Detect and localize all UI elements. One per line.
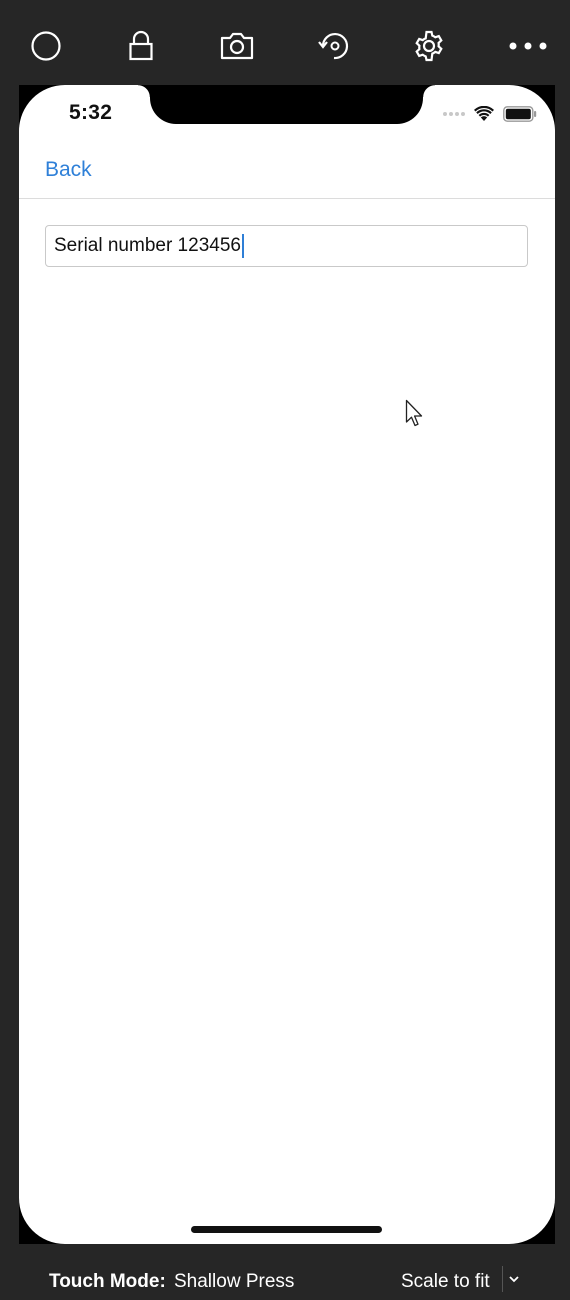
status-time: 5:32 — [69, 101, 113, 124]
scale-selector[interactable]: Scale to fit — [401, 1271, 490, 1293]
touch-mode-label: Touch Mode: — [49, 1271, 166, 1292]
status-indicators — [443, 103, 537, 125]
cellular-signal-icon — [443, 112, 465, 116]
more-icon[interactable] — [508, 26, 548, 66]
simulator-toolbar — [0, 0, 570, 85]
rotate-icon[interactable] — [314, 26, 354, 66]
serial-number-input[interactable]: Serial number 123456 — [45, 225, 528, 267]
device-frame: 5:32 Back Serial number 123456 — [19, 85, 555, 1244]
simulator-bottom-bar: Touch Mode: Shallow Press Scale to fit — [0, 1244, 570, 1300]
home-circle-icon[interactable] — [26, 26, 66, 66]
device-screen: 5:32 Back Serial number 123456 — [19, 85, 555, 1244]
touch-mode-selector[interactable]: Shallow Press — [174, 1271, 294, 1293]
serial-number-value: Serial number 123456 — [54, 235, 241, 256]
device-notch — [138, 85, 435, 124]
text-caret — [241, 234, 244, 258]
home-indicator[interactable] — [191, 1226, 382, 1233]
lock-icon[interactable] — [121, 26, 161, 66]
wifi-icon — [474, 106, 494, 121]
back-button[interactable]: Back — [45, 158, 92, 182]
chevron-down-icon[interactable] — [507, 1272, 521, 1286]
camera-icon[interactable] — [217, 26, 257, 66]
navigation-bar: Back — [19, 140, 555, 199]
divider — [502, 1266, 503, 1292]
gear-icon[interactable] — [409, 26, 449, 66]
battery-icon — [503, 106, 537, 122]
